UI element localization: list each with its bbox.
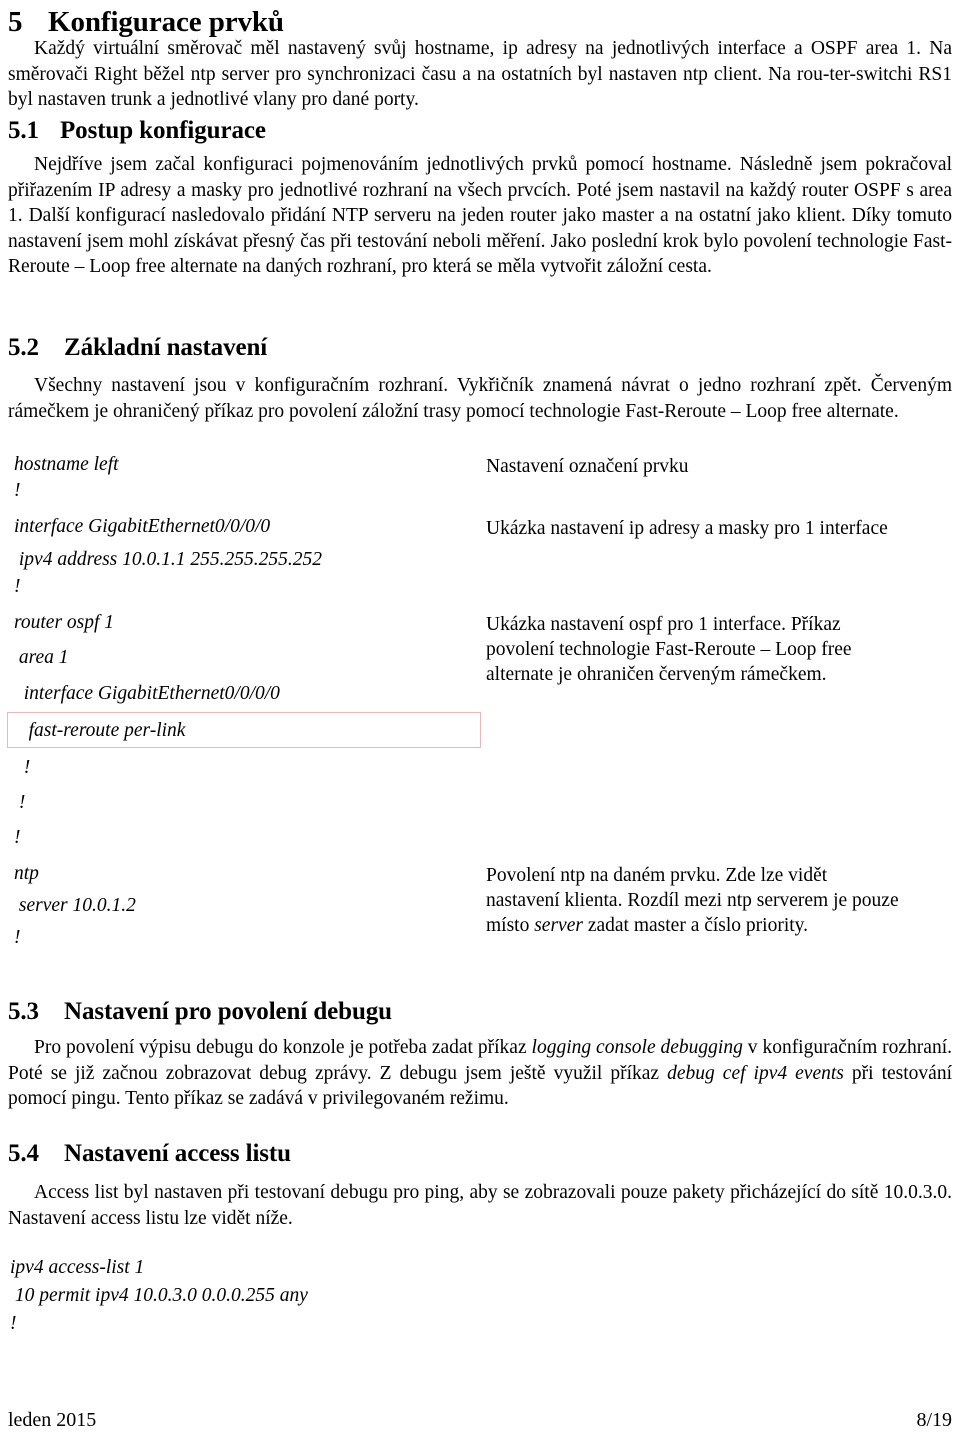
desc-ospf-line-3: alternate je ohraničen červeným rámečkem… [486,664,827,685]
command-logging-console-debugging: logging console debugging [531,1037,743,1058]
section-number-5-2: 5.2 [8,334,39,361]
paragraph-5-4: Access list byl nastaven při testovaní d… [8,1182,952,1229]
config-line-interface-1: interface GigabitEthernet0/0/0/0 [14,516,271,537]
config-line-area: area 1 [14,647,69,668]
section-title-5-4: Nastavení access listu [64,1140,291,1167]
section-heading-5: 5 Konfigurace prvků [8,2,284,38]
config-line-bang-1: ! [14,480,21,501]
config-line-bang-3: ! [14,757,31,778]
desc-hostname: Nastavení označení prvku [486,456,689,477]
config-line-bang-4: ! [14,792,26,813]
config-listing-5-2: hostname left ! interface GigabitEtherne… [0,455,960,965]
config-line-bang-5: ! [14,827,21,848]
config-line-router-ospf: router ospf 1 [14,612,115,633]
config-line-ipv4-address: ipv4 address 10.0.1.1 255.255.255.252 [14,549,323,570]
config-line-bang-6: ! [14,927,21,948]
paragraph-5-1: Nejdříve jsem začal konfiguraci pojmenov… [8,154,952,278]
config-line-bang-7: ! [10,1313,17,1334]
desc-ntp-line-2: nastavení klienta. Rozdíl mezi ntp serve… [486,890,899,911]
intro-paragraph: Každý virtuální směrovač měl nastavený s… [8,38,952,111]
section-heading-5-4: 5.4 Nastavení access listu [8,1140,291,1168]
desc-ntp-line-3: místo server zadat master a číslo priori… [486,914,956,939]
footer-page-number: 8/19 [916,1409,952,1431]
section-heading-5-2: 5.2 Základní nastavení [8,334,267,362]
section-number-5-3: 5.3 [8,998,39,1025]
section-number-5-4: 5.4 [8,1140,39,1167]
page-footer: leden 2015 8/19 [8,1409,952,1432]
config-line-ntp-server: server 10.0.1.2 [14,895,136,916]
config-listing-5-4: ipv4 access-list 1 10 permit ipv4 10.0.3… [0,1258,960,1348]
desc-ospf-line-1: Ukázka nastavení ospf pro 1 interface. P… [486,614,841,635]
desc-ntp-server-keyword: server [534,915,583,936]
section-title-5-2: Základní nastavení [64,334,268,361]
desc-ntp-line-3-pre: místo [486,915,535,936]
section-title-5-1: Postup konfigurace [60,117,266,144]
section-title-5: Konfigurace prvků [48,6,284,38]
config-line-permit: 10 permit ipv4 10.0.3.0 0.0.0.255 any [10,1285,308,1306]
footer-date: leden 2015 [8,1409,97,1431]
desc-interface: Ukázka nastavení ip adresy a masky pro 1… [486,518,888,539]
config-line-fast-reroute: fast-reroute per-link [14,720,186,741]
config-line-access-list: ipv4 access-list 1 [10,1257,145,1278]
paragraph-5-3: Pro povolení výpisu debugu do konzole je… [8,1035,952,1112]
section-number-5: 5 [8,6,23,38]
paragraph-5-2: Všechny nastavení jsou v konfiguračním r… [8,375,952,422]
desc-ospf-line-2: povolení technologie Fast-Reroute – Loop… [486,639,852,660]
document-page: 5 Konfigurace prvků Každý virtuální směro… [0,0,960,1454]
command-debug-cef-ipv4-events: debug cef ipv4 events [667,1062,844,1084]
section-heading-5-3: 5.3 Nastavení pro povolení debugu [8,998,392,1026]
config-line-ntp: ntp [14,863,39,884]
config-line-bang-2: ! [14,576,21,597]
paragraph-5-3-part-a: Pro povolení výpisu debugu do konzole je… [34,1037,532,1058]
section-heading-5-1: 5.1 Postup konfigurace [8,117,266,145]
config-line-hostname: hostname left [14,454,119,475]
desc-ntp-line-3-post: zadat master a číslo priority. [582,915,809,936]
section-number-5-1: 5.1 [8,117,39,144]
config-line-interface-2: interface GigabitEthernet0/0/0/0 [14,683,280,704]
section-title-5-3: Nastavení pro povolení debugu [64,998,392,1025]
desc-ntp-line-1: Povolení ntp na daném prvku. Zde lze vid… [486,865,828,886]
